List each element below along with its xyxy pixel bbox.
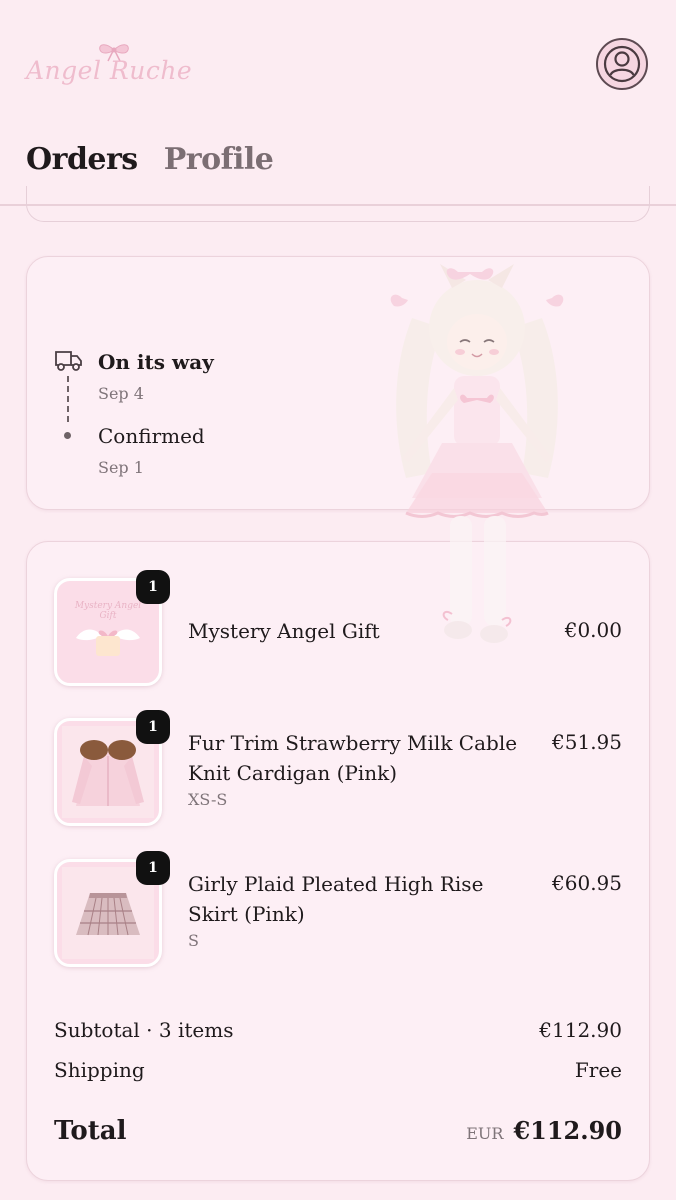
status-confirmed-date: Sep 1 (98, 458, 144, 477)
quantity-badge: 1 (136, 570, 170, 604)
item-name: Girly Plaid Pleated High Rise Skirt (Pin… (188, 872, 484, 926)
item-price: €0.00 (564, 618, 622, 642)
total-label: Total (54, 1116, 127, 1146)
account-button[interactable] (596, 38, 648, 90)
item-price: €60.95 (552, 871, 622, 895)
svg-text:Mystery Angel: Mystery Angel (74, 601, 141, 611)
status-confirmed: Confirmed (98, 424, 205, 448)
status-on-its-way-date: Sep 4 (98, 384, 144, 403)
account-icon (603, 45, 641, 83)
line-item[interactable]: Mystery Angel Gift 1 Mystery Angel Gift … (54, 570, 624, 688)
line-item[interactable]: 1 Girly Plaid Pleated High Rise Skirt (P… (54, 851, 624, 969)
quantity-badge: 1 (136, 851, 170, 885)
status-on-its-way: On its way (98, 350, 214, 374)
total-value: €112.90 (513, 1116, 622, 1145)
shipping-label: Shipping (54, 1058, 145, 1082)
tab-bar: Orders Profile (26, 142, 274, 177)
quantity-badge: 1 (136, 710, 170, 744)
line-item[interactable]: 1 Fur Trim Strawberry Milk Cable Knit Ca… (54, 710, 624, 828)
tab-orders[interactable]: Orders (26, 142, 138, 177)
currency-code: EUR (466, 1124, 504, 1143)
subtotal-row: Subtotal · 3 items €112.90 (54, 1018, 622, 1042)
subtotal-value: €112.90 (539, 1018, 622, 1042)
previous-card-edge (26, 186, 650, 222)
item-variant: XS-S (188, 790, 228, 809)
tab-profile[interactable]: Profile (164, 142, 274, 177)
shipping-row: Shipping Free (54, 1058, 622, 1082)
timeline-dot (64, 432, 71, 439)
delivery-truck-icon (55, 351, 82, 371)
item-price: €51.95 (552, 730, 622, 754)
subtotal-label: Subtotal · 3 items (54, 1018, 234, 1042)
item-name: Fur Trim Strawberry Milk Cable Knit Card… (188, 731, 518, 785)
total-row: Total EUR €112.90 (54, 1116, 622, 1146)
item-variant: S (188, 931, 199, 950)
timeline-connector (67, 376, 69, 422)
logo-text: Angel Ruche (26, 56, 193, 85)
shipping-value: Free (574, 1058, 622, 1082)
item-name: Mystery Angel Gift (188, 619, 380, 643)
svg-text:Gift: Gift (99, 611, 116, 621)
brand-logo[interactable]: Angel Ruche (26, 40, 196, 96)
header: Angel Ruche (0, 0, 676, 120)
